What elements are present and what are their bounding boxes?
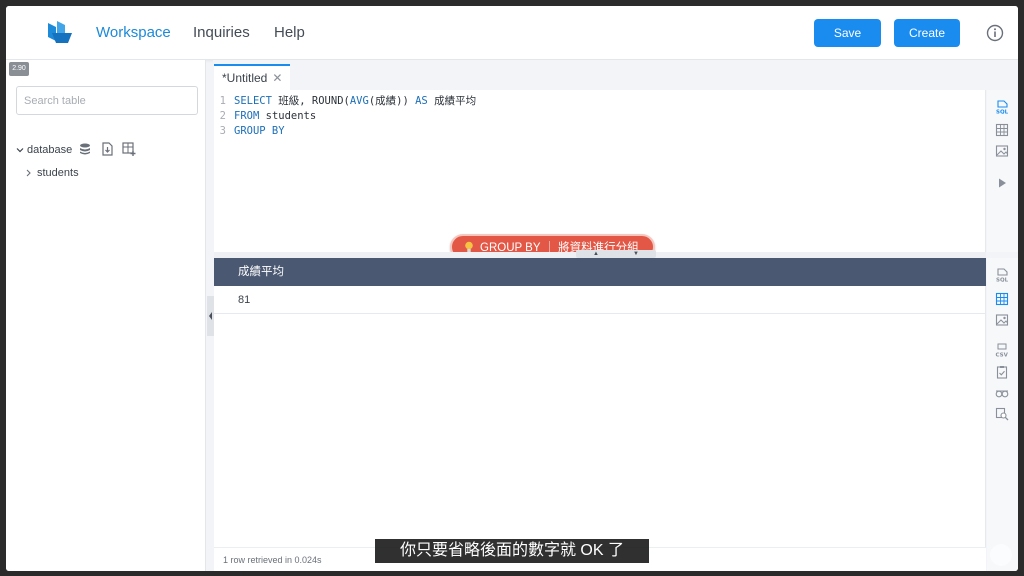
sql-icon[interactable]: SQL <box>995 100 1009 114</box>
line-number: 2 <box>219 110 226 122</box>
clipboard-check-icon[interactable] <box>995 365 1009 379</box>
image-icon[interactable] <box>995 144 1009 158</box>
arrow-up-icon[interactable]: ▲ <box>593 251 599 257</box>
database-actions <box>78 142 136 156</box>
search-table-input[interactable] <box>16 86 198 115</box>
table-icon[interactable] <box>995 292 1009 306</box>
close-tab-icon[interactable]: ✕ <box>272 71 282 85</box>
play-icon[interactable] <box>995 176 1009 190</box>
nav-help[interactable]: Help <box>274 24 305 41</box>
sql-text: 成績平均 <box>427 95 477 107</box>
svg-text:CSV: CSV <box>996 353 1009 358</box>
sql-keyword: AS <box>415 95 428 107</box>
chevron-down-icon <box>16 148 24 153</box>
svg-text:SQL: SQL <box>996 110 1009 115</box>
save-button[interactable]: Save <box>814 19 881 47</box>
code-line[interactable]: 2 FROM students <box>214 109 476 124</box>
sidebar-collapse-handle[interactable] <box>207 296 214 336</box>
image-icon[interactable] <box>995 313 1009 327</box>
version-badge: 2.90 <box>9 62 29 76</box>
csv-icon[interactable]: CSV <box>995 343 1009 357</box>
nav-workspace[interactable]: Workspace <box>96 24 171 41</box>
results-column-header[interactable]: 成績平均 <box>214 258 986 286</box>
info-icon[interactable] <box>986 24 1004 42</box>
database-label: database <box>27 144 73 156</box>
sql-keyword: FROM <box>234 110 260 122</box>
arrow-down-icon[interactable]: ▼ <box>633 251 639 257</box>
add-table-icon[interactable] <box>122 142 136 156</box>
line-number: 1 <box>219 95 226 107</box>
line-number: 3 <box>219 125 226 137</box>
table-sidebar: 2.90 database students <box>6 60 206 571</box>
results-rail: SQL CSV <box>987 258 1018 571</box>
tab-untitled[interactable]: *Untitled ✕ <box>214 64 291 90</box>
code-area[interactable]: 1 SELECT 班級, ROUND(AVG (成績)) AS 成績平均 2 FROM … <box>214 94 476 139</box>
tree-database[interactable]: database <box>16 142 72 158</box>
tree-table-item[interactable]: students <box>25 166 79 180</box>
database-stack-icon[interactable] <box>78 142 92 156</box>
table-icon[interactable] <box>995 123 1009 137</box>
top-navbar: Workspace Inquiries Help Save Create <box>6 6 1018 60</box>
svg-text:SQL: SQL <box>996 278 1009 283</box>
editor-tabbar: *Untitled ✕ <box>213 60 1018 90</box>
results-panel: 成績平均 81 <box>214 258 986 547</box>
app-logo-icon[interactable] <box>46 19 74 45</box>
zoom-doc-icon[interactable] <box>995 407 1009 421</box>
tab-label: *Untitled <box>222 71 268 85</box>
sql-text: 班級, ROUND( <box>278 95 350 107</box>
app-window: Workspace Inquiries Help Save Create 2.9… <box>6 6 1018 571</box>
glasses-icon[interactable] <box>995 386 1009 400</box>
sql-text: (成績)) <box>368 95 416 107</box>
splitter-arrows[interactable]: ▲ ▼ <box>576 250 656 258</box>
watermark-badge <box>990 544 1012 566</box>
code-line[interactable]: 1 SELECT 班級, ROUND(AVG (成績)) AS 成績平均 <box>214 94 476 109</box>
sql-text: students <box>259 110 317 122</box>
table-label-students: students <box>37 167 79 179</box>
sql-icon[interactable]: SQL <box>995 268 1009 282</box>
code-line[interactable]: 3 GROUP BY <box>214 124 476 139</box>
video-subtitle: 你只要省略後面的數字就 OK 了 <box>375 539 649 563</box>
table-row[interactable]: 81 <box>214 286 986 314</box>
sql-keyword: SELECT <box>234 95 279 107</box>
sql-keyword: GROUP BY <box>234 125 285 137</box>
chevron-left-icon <box>209 312 212 320</box>
create-button[interactable]: Create <box>894 19 960 47</box>
sql-editor[interactable]: 1 SELECT 班級, ROUND(AVG (成績)) AS 成績平均 2 FROM … <box>214 90 986 260</box>
chevron-right-icon <box>26 169 31 177</box>
import-file-icon[interactable] <box>100 142 114 156</box>
sql-keyword: AVG <box>349 95 369 107</box>
editor-rail: SQL <box>987 90 1018 252</box>
nav-inquiries[interactable]: Inquiries <box>193 24 250 41</box>
